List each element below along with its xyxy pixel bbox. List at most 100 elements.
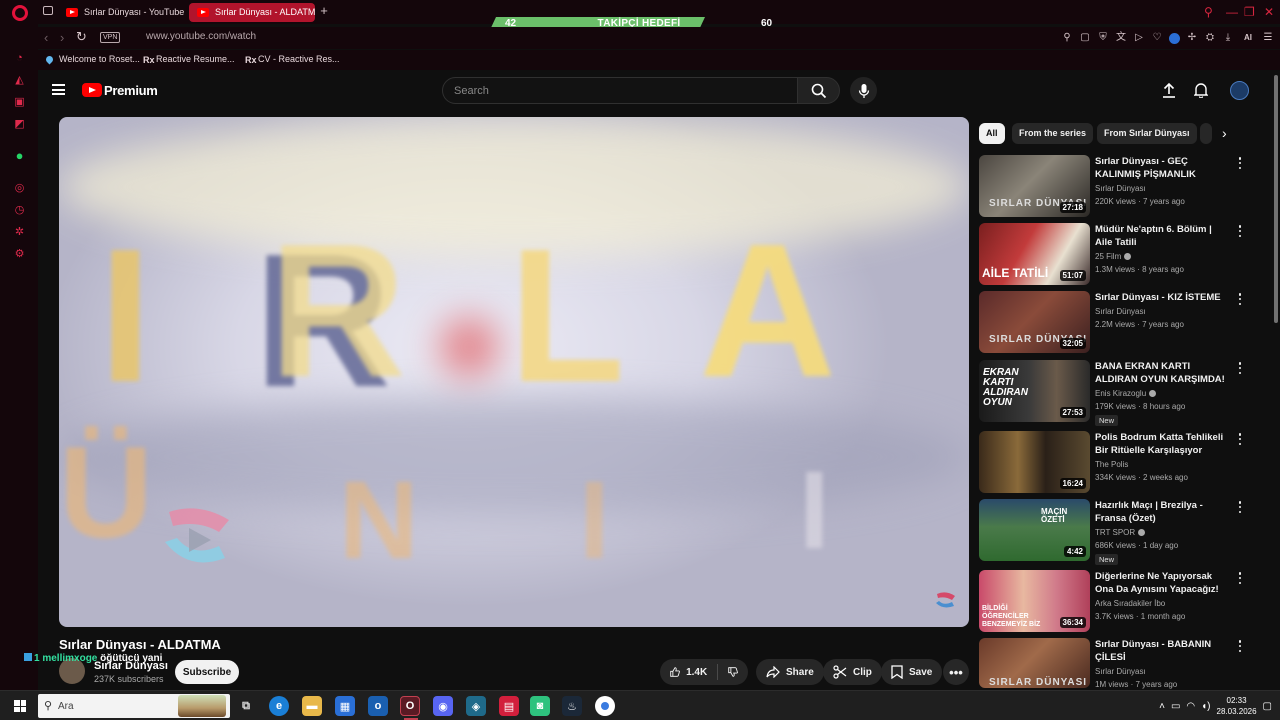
tab-list-icon[interactable] <box>43 6 53 15</box>
recommendation-item[interactable]: AİLE TATİLİ 51:07 Müdür Ne'aptın 6. Bölü… <box>979 223 1259 287</box>
translate-icon[interactable]: 文 <box>1115 32 1127 44</box>
new-tab-button[interactable]: + <box>317 3 331 19</box>
recommendation-channel[interactable]: Enis Kirazoglu <box>1095 389 1157 398</box>
recommendation-channel[interactable]: TRT SPOR <box>1095 528 1146 537</box>
youtube-logo-icon[interactable] <box>82 83 102 97</box>
search-highlight-image[interactable] <box>178 695 226 717</box>
file-explorer-icon[interactable]: ▬ <box>302 696 322 716</box>
subscribe-button[interactable]: Subscribe <box>175 660 239 684</box>
opera-logo-icon[interactable] <box>12 5 28 21</box>
vpn-globe-icon[interactable] <box>1169 32 1180 44</box>
clip-button[interactable]: Clip <box>823 659 882 685</box>
chip-from-series[interactable]: From the series <box>1012 123 1094 144</box>
bookmark-item[interactable]: RxReactive Resume... <box>143 54 235 65</box>
save-button[interactable]: Save <box>881 659 943 685</box>
recommendation-title[interactable]: Sırlar Dünyası - KIZ İSTEME <box>1095 291 1229 304</box>
my-flow-icon[interactable]: ◎ <box>13 181 26 194</box>
more-vertical-icon[interactable] <box>1236 225 1244 237</box>
messenger-icon[interactable]: ▣ <box>13 95 26 108</box>
recommendation-title[interactable]: Sırlar Dünyası - GEÇ KALINMIŞ PİŞMANLIK <box>1095 155 1229 181</box>
recommendation-item[interactable]: BİLDİĞİ ÖĞRENCİLER BENZEMEYİZ BİZ 36:34 … <box>979 570 1259 634</box>
chrome-icon[interactable] <box>595 696 615 716</box>
heart-icon[interactable]: ♡ <box>1151 32 1163 44</box>
more-vertical-icon[interactable] <box>1236 640 1244 652</box>
recommendation-item[interactable]: 16:24 Polis Bodrum Katta Tehlikeli Bir R… <box>979 431 1259 495</box>
reload-icon[interactable]: ↻ <box>76 29 87 45</box>
app-red-icon[interactable]: ▤ <box>499 696 519 716</box>
bookmark-item[interactable]: RxCV - Reactive Res... <box>245 54 340 65</box>
download-icon[interactable]: ⤓ <box>1222 32 1234 44</box>
aria-icon[interactable]: ◔ <box>13 51 26 64</box>
workspaces-icon[interactable]: ◭ <box>13 73 26 86</box>
outlook-icon[interactable]: o <box>368 696 388 716</box>
more-vertical-icon[interactable] <box>1236 157 1244 169</box>
recommendation-channel[interactable]: The Polis <box>1095 460 1128 469</box>
like-icon[interactable] <box>670 665 680 679</box>
vpn-badge[interactable]: VPN <box>100 32 121 43</box>
whatsapp-icon[interactable]: ● <box>13 148 26 163</box>
menu-icon[interactable] <box>52 84 65 95</box>
chip-all[interactable]: All <box>979 123 1005 144</box>
maps-icon[interactable]: ◩ <box>13 117 26 130</box>
shield-icon[interactable]: ⛨ <box>1097 32 1109 44</box>
video-thumbnail[interactable]: EKRAN KARTI ALDIRAN OYUN 27:53 <box>979 360 1090 422</box>
video-thumbnail[interactable]: SIRLAR DÜNYASI 32:05 <box>979 291 1090 353</box>
share-button[interactable]: Share <box>756 659 824 685</box>
bookmark-item[interactable]: Welcome to Roset... <box>44 54 140 65</box>
recommendation-title[interactable]: Polis Bodrum Katta Tehlikeli Bir Ritüell… <box>1095 431 1229 457</box>
voice-search-button[interactable] <box>850 77 877 104</box>
video-thumbnail[interactable]: SIRLAR DÜNYASI 27:18 <box>979 155 1090 217</box>
scrollbar[interactable] <box>1272 70 1280 690</box>
discord-icon[interactable]: ◉ <box>433 696 453 716</box>
pin-icon[interactable]: ⚲ <box>1061 32 1073 44</box>
extensions-icon[interactable]: ✲ <box>13 225 26 238</box>
steam-icon[interactable]: ♨ <box>562 696 582 716</box>
recommendation-channel[interactable]: Sırlar Dünyası <box>1095 184 1146 193</box>
task-view-icon[interactable]: ⧉ <box>236 696 256 716</box>
more-vertical-icon[interactable] <box>1236 362 1244 374</box>
scrollbar-thumb[interactable] <box>1274 75 1278 323</box>
network-icon[interactable]: ▭ <box>1171 701 1180 712</box>
video-player[interactable]: I R R L A Ü N I I <box>59 117 969 627</box>
more-vertical-icon[interactable] <box>1236 501 1244 513</box>
app-icon[interactable]: ◈ <box>466 696 486 716</box>
tab-youtube[interactable]: Sırlar Dünyası - YouTube <box>58 3 188 22</box>
menu-icon[interactable]: ☰ <box>1262 32 1274 44</box>
youtube-brand[interactable]: Premium <box>104 83 158 98</box>
video-thumbnail[interactable]: AİLE TATİLİ 51:07 <box>979 223 1090 285</box>
forward-icon[interactable]: › <box>60 30 64 45</box>
recommendation-item[interactable]: MAÇIN ÖZETİ 4:42 Hazırlık Maçı | Brezily… <box>979 499 1259 565</box>
easy-setup-icon[interactable]: ⛭ <box>1204 32 1216 44</box>
puzzle-icon[interactable]: ✢ <box>1186 32 1198 44</box>
maximize-icon[interactable]: ❐ <box>1244 5 1255 19</box>
settings-icon[interactable]: ⚙ <box>13 247 26 260</box>
upload-button[interactable] <box>1160 81 1178 99</box>
history-icon[interactable]: ◷ <box>13 203 26 216</box>
like-count[interactable]: 1.4K <box>686 667 707 678</box>
notifications-button[interactable] <box>1192 81 1210 99</box>
search-tabs-icon[interactable]: ⚲ <box>1204 5 1213 19</box>
volume-icon[interactable]: ◖) <box>1201 701 1210 712</box>
back-icon[interactable]: ‹ <box>44 30 48 45</box>
app-green-icon[interactable]: ◙ <box>530 696 550 716</box>
chip-from-channel[interactable]: From Sırlar Dünyası <box>1097 123 1197 144</box>
snapshot-icon[interactable]: ▢ <box>1079 32 1091 44</box>
search-input[interactable] <box>443 78 797 103</box>
more-vertical-icon[interactable] <box>1236 572 1244 584</box>
recommendation-title[interactable]: Müdür Ne'aptın 6. Bölüm | Aile Tatili <box>1095 223 1229 249</box>
recommendation-channel[interactable]: 25 Film <box>1095 252 1132 261</box>
edge-icon[interactable]: e <box>269 696 289 716</box>
store-icon[interactable]: ▦ <box>335 696 355 716</box>
close-icon[interactable]: ✕ <box>1264 5 1274 19</box>
opera-taskbar-icon[interactable]: O <box>400 696 420 720</box>
recommendation-channel[interactable]: Sırlar Dünyası <box>1095 307 1146 316</box>
video-thumbnail[interactable]: 16:24 <box>979 431 1090 493</box>
notifications-icon[interactable]: ▢ <box>1263 701 1272 712</box>
tray-chevron-icon[interactable]: ˄ <box>1159 701 1165 712</box>
recommendation-channel[interactable]: Arka Sıradakiler İbo <box>1095 599 1165 608</box>
recommendation-title[interactable]: Diğerlerine Ne Yapıyorsak Ona Da Aynısın… <box>1095 570 1229 596</box>
recommendation-item[interactable]: EKRAN KARTI ALDIRAN OYUN 27:53 BANA EKRA… <box>979 360 1259 426</box>
video-thumbnail[interactable]: SIRLAR DÜNYASI <box>979 638 1090 688</box>
recommendation-item[interactable]: SIRLAR DÜNYASI 27:18 Sırlar Dünyası - GE… <box>979 155 1259 219</box>
more-vertical-icon[interactable] <box>1236 293 1244 305</box>
